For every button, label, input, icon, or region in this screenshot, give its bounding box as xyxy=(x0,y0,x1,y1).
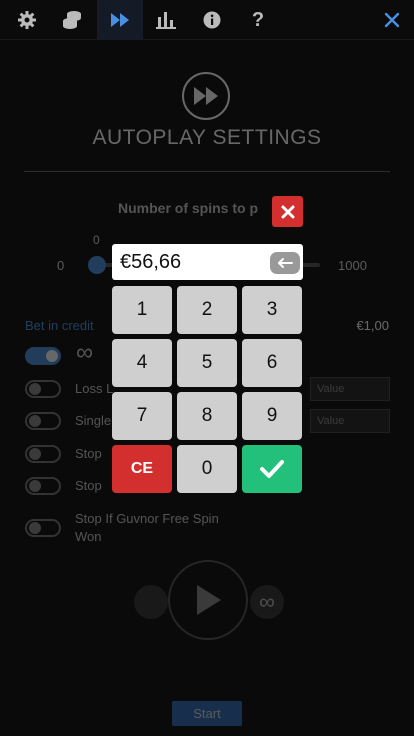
play-icon xyxy=(197,585,221,615)
free-spin-label-line1: Stop If Guvnor Free Spin xyxy=(75,511,219,526)
key-2[interactable]: 2 xyxy=(177,286,237,334)
bet-label: Bet in credit xyxy=(25,318,94,333)
spins-slider-handle[interactable] xyxy=(88,256,106,274)
key-3[interactable]: 3 xyxy=(242,286,302,334)
toggle-stop-1[interactable] xyxy=(25,445,61,463)
slider-min: 0 xyxy=(57,258,65,273)
slider-max: 1000 xyxy=(338,258,367,273)
loss-limit-input[interactable]: Value xyxy=(310,377,390,401)
toggle-infinite[interactable] xyxy=(25,347,61,365)
toggle-free-spin[interactable] xyxy=(25,519,61,537)
single-win-input[interactable]: Value xyxy=(310,409,390,433)
tab-bet[interactable] xyxy=(50,0,96,40)
start-button: Start xyxy=(172,701,242,726)
toggle-loss-limit[interactable] xyxy=(25,380,61,398)
toggle-stop-2[interactable] xyxy=(25,477,61,495)
bet-value: €1,00 xyxy=(356,318,389,333)
key-8[interactable]: 8 xyxy=(177,392,237,440)
key-clear[interactable]: CE xyxy=(112,445,172,493)
info-icon xyxy=(203,11,221,29)
fast-forward-icon xyxy=(111,13,129,27)
bar-chart-icon xyxy=(156,12,176,29)
key-1[interactable]: 1 xyxy=(112,286,172,334)
help-icon: ? xyxy=(251,8,265,31)
tab-settings[interactable] xyxy=(4,0,50,40)
tab-autoplay[interactable] xyxy=(97,0,143,40)
key-7[interactable]: 7 xyxy=(112,392,172,440)
key-9[interactable]: 9 xyxy=(242,392,302,440)
close-icon xyxy=(384,12,400,28)
close-icon xyxy=(281,205,294,218)
key-5[interactable]: 5 xyxy=(177,339,237,387)
checkmark-icon xyxy=(260,460,284,478)
toggle-single-win[interactable] xyxy=(25,412,61,430)
gear-icon xyxy=(18,11,36,29)
backspace-button[interactable] xyxy=(270,252,300,274)
coins-icon xyxy=(63,11,81,29)
key-4[interactable]: 4 xyxy=(112,339,172,387)
divider xyxy=(24,171,390,172)
spin-button xyxy=(168,560,248,640)
spins-label: Number of spins to p xyxy=(118,200,258,216)
single-win-label: Single xyxy=(75,413,112,428)
key-0[interactable]: 0 xyxy=(177,445,237,493)
bet-minus-icon xyxy=(134,585,168,619)
page-title: AUTOPLAY SETTINGS xyxy=(92,126,322,149)
top-tab-bar: ? xyxy=(0,0,414,40)
key-6[interactable]: 6 xyxy=(242,339,302,387)
tab-statistics[interactable] xyxy=(143,0,189,40)
infinity-icon: ∞ xyxy=(76,339,94,366)
free-spin-label-line2: Won xyxy=(75,529,102,544)
stop-1-label: Stop xyxy=(75,446,102,461)
confirm-button[interactable] xyxy=(242,445,302,493)
autoplay-logo-icon xyxy=(182,72,230,120)
close-button[interactable] xyxy=(370,0,414,40)
loss-limit-label: Loss L xyxy=(75,381,114,396)
stop-2-label: Stop xyxy=(75,478,102,493)
slider-value: 0 xyxy=(93,233,100,247)
keypad-close-button[interactable] xyxy=(272,196,303,227)
backspace-arrow-icon xyxy=(278,258,293,268)
tab-help[interactable]: ? xyxy=(235,0,281,40)
autoplay-infinity-icon: ∞ xyxy=(250,585,284,619)
keypad-display-value: €56,66 xyxy=(120,251,182,273)
tab-info[interactable] xyxy=(189,0,235,40)
